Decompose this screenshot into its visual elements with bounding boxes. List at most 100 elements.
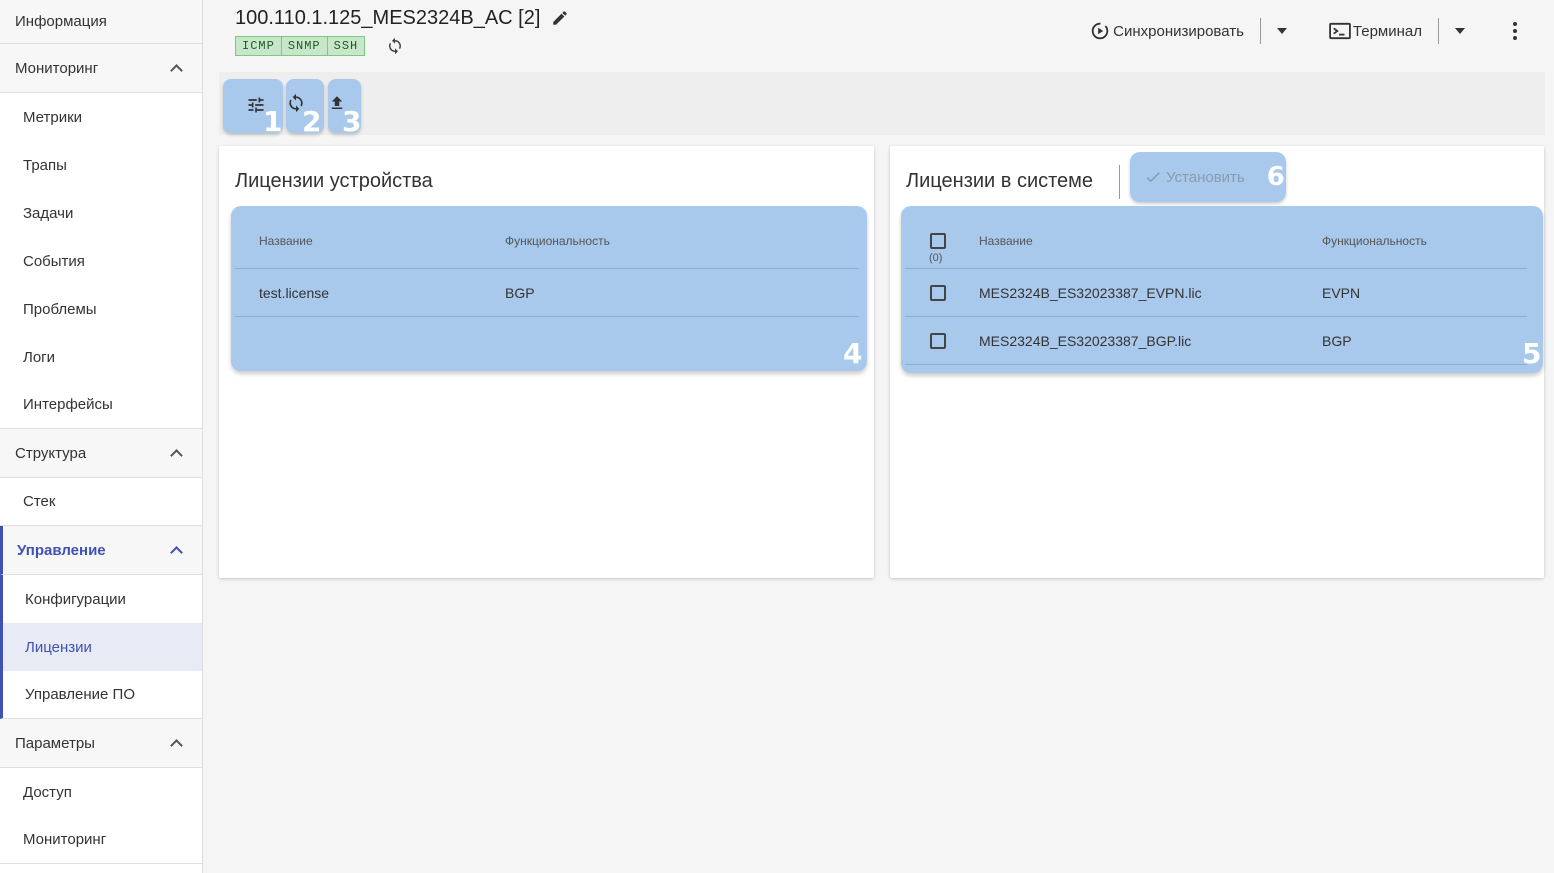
select-all-checkbox[interactable] <box>930 233 946 249</box>
sidebar-item-traps[interactable]: Трапы <box>0 141 202 189</box>
caret-down-icon[interactable] <box>1455 28 1465 34</box>
check-icon <box>1146 172 1160 183</box>
sidebar-item-label: Метрики <box>23 108 83 126</box>
row-checkbox[interactable] <box>930 285 946 301</box>
marker-number: 5 <box>1522 337 1542 370</box>
sidebar-item-label: Информация <box>15 13 107 30</box>
divider <box>1259 18 1261 44</box>
sidebar-item-label: Конфигурации <box>25 590 126 608</box>
divider <box>905 316 1527 317</box>
sidebar-item-param-monitoring[interactable]: Мониторинг <box>0 816 202 864</box>
column-header-name[interactable]: Название <box>979 234 1033 248</box>
sync-button[interactable]: Синхронизировать <box>1089 20 1244 42</box>
sidebar-item-interfaces[interactable]: Интерфейсы <box>0 381 202 429</box>
sidebar-item-label: Задачи <box>23 204 74 222</box>
chevron-up-icon <box>170 737 182 749</box>
install-label: Установить <box>1166 168 1245 186</box>
divider <box>1119 165 1120 199</box>
sidebar-group-label: Структура <box>15 444 87 462</box>
sidebar-item-label: Логи <box>23 348 56 366</box>
cell-function: EVPN <box>1322 285 1361 301</box>
install-button[interactable]: Установить 6 <box>1130 152 1286 202</box>
protocol-tags: ICMP SNMP SSH <box>235 36 366 56</box>
settings-button[interactable]: 1 <box>223 79 283 138</box>
sidebar-item-tasks[interactable]: Задачи <box>0 189 202 237</box>
divider <box>1438 18 1439 44</box>
divider <box>235 316 859 317</box>
sidebar-item-software-management[interactable]: Управление ПО <box>0 671 202 719</box>
sidebar-item-metrics[interactable]: Метрики <box>0 93 202 141</box>
sidebar-item-label: Доступ <box>23 783 72 801</box>
panel-title: Лицензии в системе <box>906 170 1094 192</box>
upload-button[interactable]: 3 <box>328 79 361 138</box>
marker-number: 6 <box>1266 162 1285 192</box>
more-vert-icon[interactable] <box>1505 21 1525 41</box>
sidebar-item-access[interactable]: Доступ <box>0 768 202 816</box>
sync-play-icon <box>1091 22 1109 40</box>
device-header: 100.110.1.125_MES2324B_AC [2] ICMP SNMP … <box>219 0 1545 62</box>
cell-function: BGP <box>505 285 535 301</box>
sidebar-group-label: Параметры <box>15 734 95 752</box>
selected-count: (0) <box>929 252 943 264</box>
sync-label: Синхронизировать <box>1113 22 1244 40</box>
sidebar-item-label: Трапы <box>23 156 67 174</box>
divider <box>235 268 859 269</box>
device-licenses-table: Название Функциональность test.license B… <box>231 206 867 371</box>
tag-snmp: SNMP <box>281 36 328 56</box>
sidebar-item-stack[interactable]: Стек <box>0 478 202 526</box>
page-title: 100.110.1.125_MES2324B_AC [2] <box>235 7 541 29</box>
marker-number: 4 <box>843 337 863 370</box>
refresh-icon[interactable] <box>386 37 404 55</box>
panel-title: Лицензии устройства <box>235 170 433 192</box>
tag-icmp: ICMP <box>235 36 282 56</box>
sidebar-item-label: Проблемы <box>23 300 97 318</box>
sidebar-item-logs[interactable]: Логи <box>0 333 202 381</box>
sidebar-group-monitoring[interactable]: Мониторинг <box>0 44 202 93</box>
marker-number: 2 <box>302 105 322 138</box>
caret-down-icon[interactable] <box>1276 28 1287 34</box>
sidebar-item-licenses[interactable]: Лицензии <box>0 623 202 671</box>
pencil-icon[interactable] <box>551 9 569 27</box>
marker-number: 1 <box>263 105 283 138</box>
terminal-button[interactable]: Терминал <box>1329 22 1422 40</box>
sidebar-item-label: Мониторинг <box>23 831 107 848</box>
cell-name: test.license <box>259 285 330 301</box>
divider <box>905 268 1527 269</box>
chevron-up-icon <box>170 447 182 459</box>
sidebar-group-label: Мониторинг <box>15 59 99 77</box>
row-checkbox[interactable] <box>930 333 946 349</box>
header-actions: Синхронизировать Терминал <box>1089 17 1525 45</box>
licenses-toolbar: 1 2 3 <box>219 72 1545 138</box>
column-header-name[interactable]: Название <box>259 234 313 248</box>
sidebar: Информация Мониторинг Метрики Трапы Зада… <box>0 0 203 873</box>
sidebar-item-label: Лицензии <box>25 638 92 656</box>
chevron-up-icon <box>170 62 182 74</box>
system-licenses-panel: Лицензии в системе Установить 6 (0) Назв… <box>890 146 1544 578</box>
tag-ssh: SSH <box>327 36 366 56</box>
sidebar-group-structure[interactable]: Структура <box>0 429 202 478</box>
sidebar-item-configurations[interactable]: Конфигурации <box>0 575 202 623</box>
device-licenses-panel: Лицензии устройства Название Функциональ… <box>219 146 874 578</box>
column-header-function[interactable]: Функциональность <box>505 234 610 248</box>
cell-name: MES2324B_ES32023387_EVPN.lic <box>979 285 1202 301</box>
system-licenses-table: (0) Название Функциональность MES2324B_E… <box>901 206 1543 373</box>
sidebar-group-management[interactable]: Управление <box>0 526 202 575</box>
cell-function: BGP <box>1322 333 1352 349</box>
sidebar-item-label: События <box>23 252 85 270</box>
sidebar-item-events[interactable]: События <box>0 237 202 285</box>
column-header-function[interactable]: Функциональность <box>1322 234 1427 248</box>
cell-name: MES2324B_ES32023387_BGP.lic <box>979 333 1192 349</box>
sidebar-item-label: Интерфейсы <box>23 396 113 413</box>
marker-number: 3 <box>342 105 362 138</box>
sidebar-item-label: Управление ПО <box>25 686 136 703</box>
chevron-up-icon <box>170 544 182 556</box>
divider <box>905 364 1527 365</box>
sidebar-group-parameters[interactable]: Параметры <box>0 719 202 768</box>
sidebar-group-label: Управление <box>17 541 106 559</box>
sidebar-item-info[interactable]: Информация <box>0 0 202 44</box>
sidebar-item-label: Стек <box>23 493 56 510</box>
terminal-icon <box>1329 22 1351 40</box>
refresh-button[interactable]: 2 <box>286 79 324 138</box>
sidebar-item-problems[interactable]: Проблемы <box>0 285 202 333</box>
terminal-label: Терминал <box>1352 22 1422 40</box>
